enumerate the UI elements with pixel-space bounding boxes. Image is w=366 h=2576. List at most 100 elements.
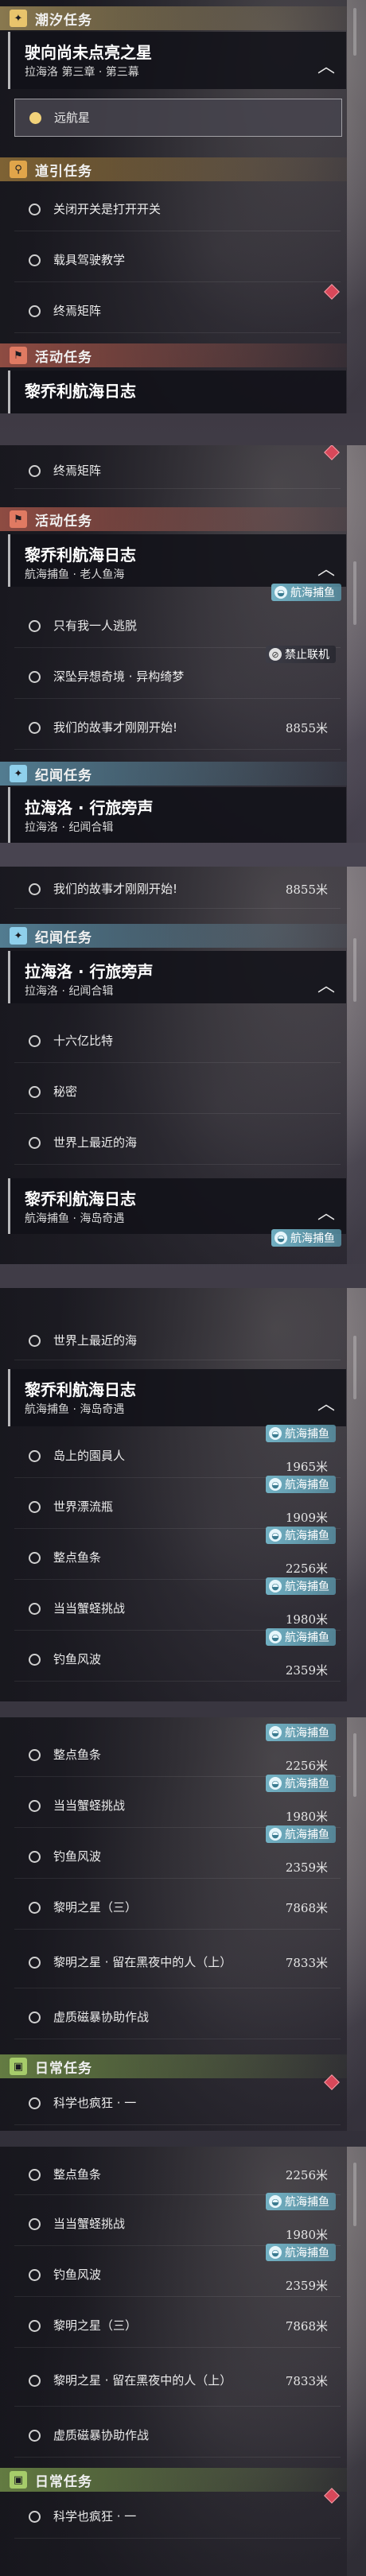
fish-icon: ◒ <box>269 1726 282 1739</box>
list-item[interactable]: 黎明之星（三） 7868米 <box>14 2304 341 2348</box>
category-event-quests[interactable]: ⚑ 活动任务 <box>0 343 347 367</box>
item-label: 我们的故事才刚刚开始! <box>53 720 178 735</box>
tag-label: 航海捕鱼 <box>285 2247 329 2260</box>
list-item[interactable]: 关闭开关是打开开关 <box>14 188 341 231</box>
list-item[interactable]: 整点鱼条 2256米 <box>14 2155 341 2195</box>
scrollbar[interactable] <box>353 2163 356 2226</box>
item-label: 十六亿比特 <box>53 1033 114 1048</box>
circle-icon <box>29 1449 41 1462</box>
category-guide-quests[interactable]: ⚲ 道引任务 <box>0 157 347 181</box>
list-item[interactable]: 世界漂流瓶 ◒ 航海捕鱼 1909米 <box>14 1476 341 1529</box>
tag-label: 航海捕鱼 <box>285 1727 329 1740</box>
fish-icon: ◒ <box>269 1580 282 1593</box>
quest-card[interactable]: 黎乔利航海日志 航海捕鱼 · 海岛奇遇 ︿ <box>8 1369 346 1426</box>
list-item[interactable]: 整点鱼条 ◒ 航海捕鱼 2256米 <box>14 1527 341 1580</box>
quest-title: 黎乔利航海日志 <box>25 1380 136 1399</box>
list-item[interactable]: 科学也疯狂 · 一 <box>14 2074 341 2125</box>
circle-icon <box>29 2319 41 2332</box>
list-item[interactable]: 终焉矩阵 <box>14 284 341 333</box>
list-item[interactable]: 虚质磁暴协助作战 <box>14 1996 341 2039</box>
quest-subtitle: 拉海洛 · 纪闻合辑 <box>25 821 114 834</box>
fish-icon: ◒ <box>269 2195 282 2208</box>
distance: 1909米 <box>285 1511 328 1525</box>
list-item[interactable]: 载具驾驶教学 <box>14 239 341 282</box>
list-item[interactable]: 世界上最近的海 <box>14 1121 341 1165</box>
list-item[interactable]: 岛上的園員人 ◒ 航海捕鱼 1965米 <box>14 1425 341 1478</box>
category-event-quests[interactable]: ⚑ 活动任务 <box>0 507 347 531</box>
quest-card[interactable]: 黎乔利航海日志 <box>8 370 346 413</box>
list-item[interactable]: 当当蟹蛏挑战 ◒ 航海捕鱼 1980米 <box>14 1775 341 1828</box>
list-item[interactable]: 黎明之星 · 留在黑夜中的人（上） 7833米 <box>14 2355 341 2407</box>
scrollbar[interactable] <box>353 561 356 625</box>
quest-objective-selected[interactable]: 远航星 <box>14 99 342 137</box>
circle-icon <box>29 1551 41 1564</box>
list-item[interactable]: 当当蟹蛏挑战 ◒ 航海捕鱼 1980米 <box>14 1577 341 1631</box>
circle-icon <box>29 464 41 477</box>
distance: 2359米 <box>285 2279 328 2293</box>
list-item[interactable]: 十六亿比特 <box>14 1019 341 1063</box>
tag-label: 禁止联机 <box>285 649 329 661</box>
distance: 7868米 <box>285 1900 328 1915</box>
fishing-tag: ◒ 航海捕鱼 <box>271 584 341 601</box>
list-item[interactable]: 世界上最近的海 <box>14 1321 341 1360</box>
list-item[interactable]: 秘密 <box>14 1070 341 1114</box>
scrollbar[interactable] <box>353 938 356 1002</box>
quest-card[interactable]: 驶向尚未点亮之星 拉海洛 第三章 · 第三幕 ︿ <box>8 32 346 89</box>
quest-subtitle: 拉海洛 · 纪闻合辑 <box>25 985 114 998</box>
tag-label: 航海捕鱼 <box>285 1428 329 1441</box>
list-item[interactable]: 科学也疯狂 · 一 <box>14 2488 341 2539</box>
circle-icon <box>29 883 41 895</box>
fishing-tag: ◒ 航海捕鱼 <box>266 1628 336 1646</box>
list-item[interactable]: 整点鱼条 ◒ 航海捕鱼 2256米 <box>14 1724 341 1777</box>
circle-icon <box>29 2097 41 2109</box>
item-label: 世界上最近的海 <box>53 1333 138 1348</box>
category-daily-quests[interactable]: ▣ 日常任务 <box>0 2468 347 2492</box>
event-flag-icon: ⚑ <box>10 347 27 364</box>
list-item[interactable]: 我们的故事才刚刚开始! 8855米 <box>14 706 341 750</box>
circle-icon <box>29 203 41 215</box>
circle-icon <box>29 1136 41 1149</box>
quest-card[interactable]: 拉海洛 · 行旅旁声 拉海洛 · 纪闻合辑 <box>8 787 346 843</box>
list-item[interactable]: 钓鱼风波 ◒ 航海捕鱼 2359米 <box>14 2244 341 2297</box>
tag-label: 航海捕鱼 <box>290 1232 335 1245</box>
category-label: 道引任务 <box>35 163 92 180</box>
chevron-icon: ︿ <box>317 1204 335 1224</box>
circle-icon <box>29 1334 41 1347</box>
quest-subtitle: 拉海洛 第三章 · 第三幕 <box>25 66 139 79</box>
quest-card[interactable]: 黎乔利航海日志 航海捕鱼 · 海岛奇遇 ︿ ◒ 航海捕鱼 <box>8 1178 346 1247</box>
tag-label: 航海捕鱼 <box>285 1778 329 1790</box>
category-tide-quests[interactable]: ✦ 潮汐任务 <box>0 6 347 30</box>
fishing-tag: ◒ 航海捕鱼 <box>266 2244 336 2261</box>
item-label: 黎明之星 · 留在黑夜中的人（上） <box>53 1954 232 1969</box>
category-chronicle-quests[interactable]: ✦ 纪闻任务 <box>0 924 347 948</box>
circle-icon <box>29 1653 41 1666</box>
calendar-icon: ▣ <box>10 2058 27 2075</box>
quest-card[interactable]: 拉海洛 · 行旅旁声 拉海洛 · 纪闻合辑 ︿ <box>8 951 346 1003</box>
circle-icon <box>29 2510 41 2523</box>
list-item[interactable]: 深坠异想奇境 · 异构绮梦 ⊘ 禁止联机 <box>14 646 341 699</box>
scrollbar[interactable] <box>353 8 356 56</box>
no-entry-icon: ⊘ <box>269 648 282 661</box>
list-item[interactable]: 黎明之星 · 留在黑夜中的人（上） 7833米 <box>14 1937 341 1988</box>
circle-icon <box>29 1799 41 1812</box>
scrollbar[interactable] <box>353 1336 356 1399</box>
quest-card[interactable]: 黎乔利航海日志 航海捕鱼 · 老人鱼海 ︿ ◒ 航海捕鱼 <box>8 534 346 601</box>
list-item[interactable]: 只有我一人逃脱 <box>14 604 341 648</box>
list-item[interactable]: 我们的故事才刚刚开始! 8855米 <box>14 870 341 909</box>
fish-icon: ◒ <box>269 1777 282 1790</box>
fish-icon: ◒ <box>269 1427 282 1440</box>
list-item[interactable]: 终焉矩阵 <box>14 445 341 489</box>
distance: 2359米 <box>285 1860 328 1875</box>
chronicle-star-icon: ✦ <box>10 765 27 782</box>
scrollbar[interactable] <box>353 1733 356 1797</box>
screenshot-frame-3: 我们的故事才刚刚开始! 8855米 ✦ 纪闻任务 拉海洛 · 行旅旁声 拉海洛 … <box>0 867 366 1264</box>
list-item[interactable]: 当当蟹蛏挑战 ◒ 航海捕鱼 1980米 <box>14 2193 341 2246</box>
list-item[interactable]: 钓鱼风波 ◒ 航海捕鱼 2359米 <box>14 1825 341 1879</box>
item-label: 终焉矩阵 <box>53 463 102 478</box>
list-item[interactable]: 钓鱼风波 ◒ 航海捕鱼 2359米 <box>14 1628 341 1682</box>
category-chronicle-quests[interactable]: ✦ 纪闻任务 <box>0 762 347 786</box>
list-item[interactable]: 虚质磁暴协助作战 <box>14 2414 341 2458</box>
category-daily-quests[interactable]: ▣ 日常任务 <box>0 2054 347 2078</box>
tide-quest-icon: ✦ <box>10 10 27 27</box>
list-item[interactable]: 黎明之星（三） 7868米 <box>14 1886 341 1930</box>
